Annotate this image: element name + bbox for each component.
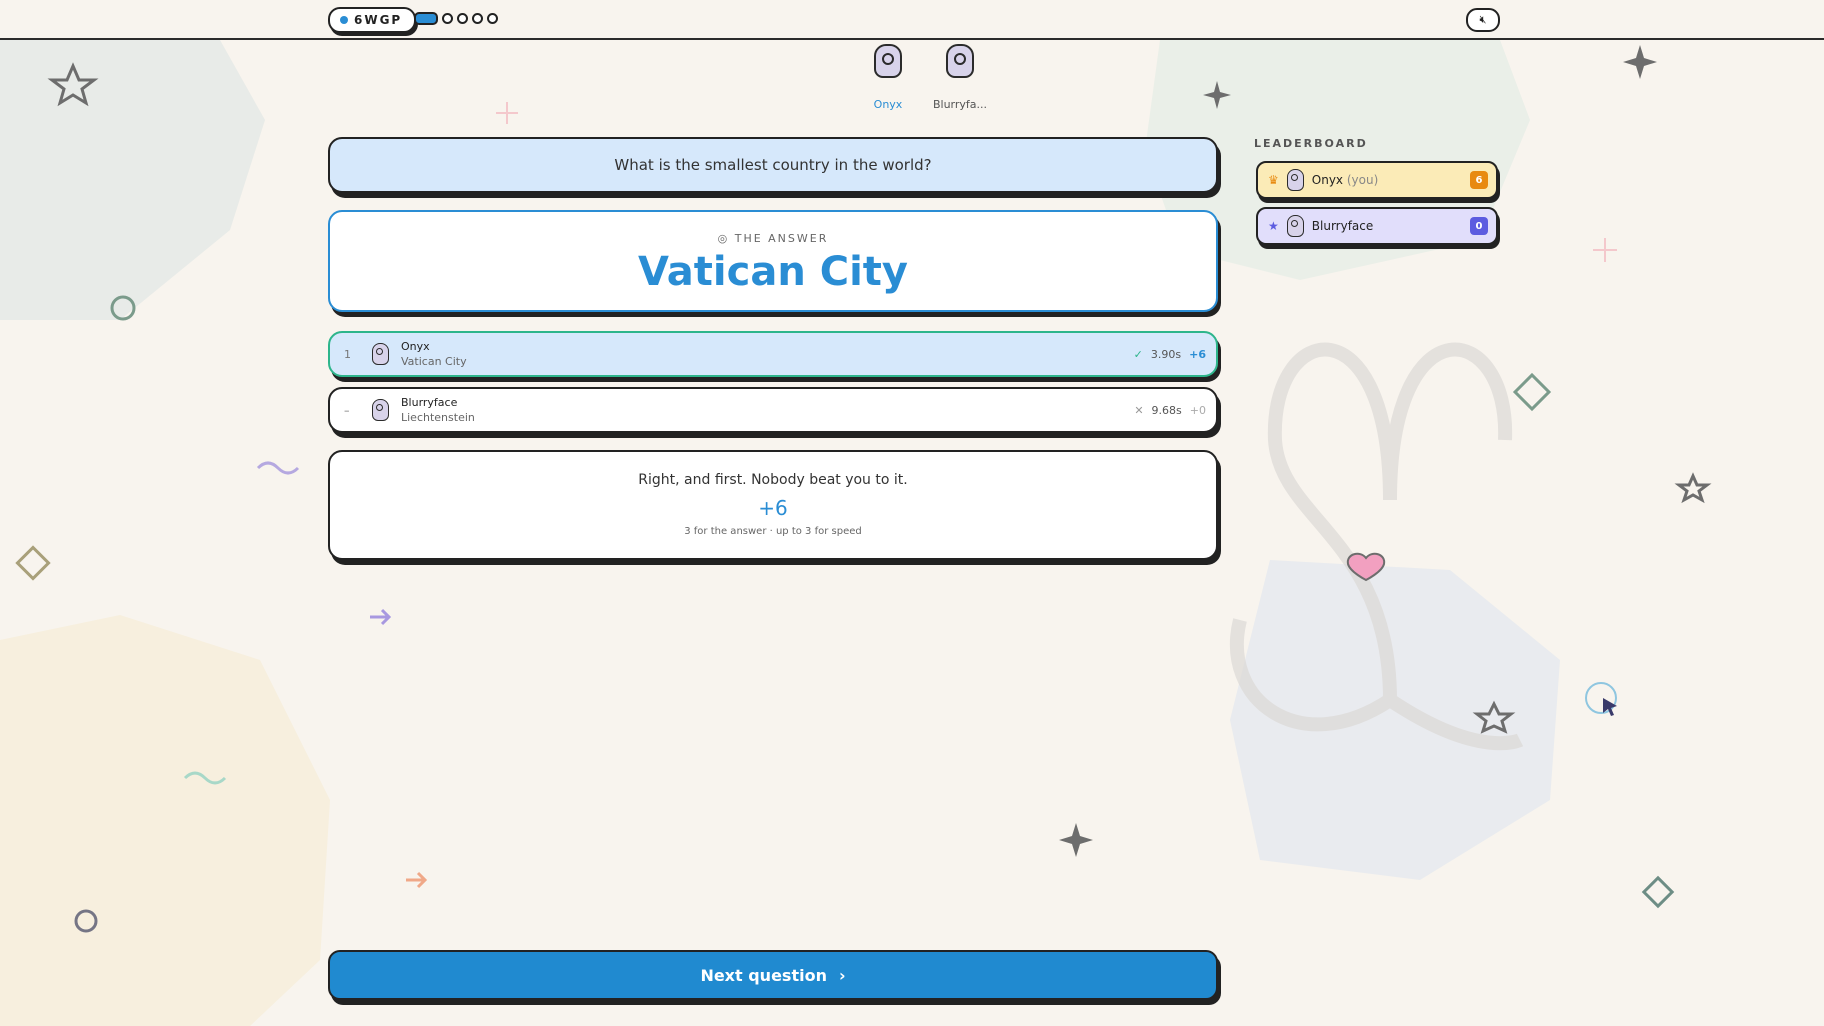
feedback-card: Right, and first. Nobody beat you to it.… [328, 450, 1218, 560]
avatar [874, 44, 902, 78]
result-row: – Blurryface Liechtenstein ✕ 9.68s +0 [328, 387, 1218, 433]
player-avatar-onyx: Onyx [862, 44, 914, 111]
result-player-name: Onyx [401, 340, 430, 353]
room-code: 6WGP [354, 13, 403, 27]
result-player-answer: Vatican City [401, 355, 467, 368]
question-progress [414, 12, 498, 25]
check-icon: ✓ [1133, 347, 1143, 361]
result-player-name: Blurryface [401, 396, 458, 409]
star-icon: ★ [1268, 219, 1279, 233]
answer-value: Vatican City [638, 249, 908, 295]
chevron-right-icon: › [838, 965, 846, 985]
next-question-button[interactable]: Next question › [328, 950, 1218, 1000]
avatar [372, 399, 389, 421]
leaderboard-title: LEADERBOARD [1254, 137, 1368, 150]
feedback-breakdown: 3 for the answer · up to 3 for speed [684, 526, 862, 537]
crown-icon: ♛ [1268, 173, 1279, 187]
progress-step [457, 13, 468, 24]
answer-card: ◎ THE ANSWER Vatican City [328, 210, 1218, 312]
mute-button[interactable]: 🔇︎ [1466, 8, 1500, 32]
feedback-points: +6 [758, 496, 788, 520]
target-icon: ◎ [717, 232, 730, 245]
result-time: 9.68s [1151, 403, 1182, 417]
question-card: What is the smallest country in the worl… [328, 137, 1218, 193]
avatar [372, 343, 389, 365]
player-name: Onyx [873, 98, 903, 111]
leaderboard-entry: ♛ Onyx (you) 6 [1256, 161, 1498, 199]
status-dot-icon [340, 16, 348, 24]
next-question-label: Next question [700, 965, 827, 985]
leaderboard-entry: ★ Blurryface 0 [1256, 207, 1498, 245]
result-points: +0 [1189, 403, 1206, 417]
answer-label: ◎ THE ANSWER [717, 232, 829, 245]
avatar [1286, 215, 1304, 237]
leaderboard-name: Onyx (you) [1311, 173, 1379, 187]
players-strip: Onyx Blurryfa... [862, 44, 988, 111]
top-bar: 6WGP 🔇︎ [0, 0, 1824, 40]
leaderboard-score: 0 [1470, 217, 1488, 235]
player-avatar-blurryface: Blurryfa... [932, 44, 988, 111]
speaker-mute-icon: 🔇︎ [1479, 13, 1487, 26]
result-player-answer: Liechtenstein [401, 411, 475, 424]
progress-step [487, 13, 498, 24]
progress-step-active [414, 12, 438, 25]
room-code-badge[interactable]: 6WGP [328, 7, 417, 33]
progress-step [442, 13, 453, 24]
cross-icon: ✕ [1134, 403, 1144, 417]
player-name: Blurryfa... [932, 98, 988, 111]
avatar [946, 44, 974, 78]
result-row: 1 Onyx Vatican City ✓ 3.90s +6 [328, 331, 1218, 377]
question-text: What is the smallest country in the worl… [614, 156, 932, 174]
result-points: +6 [1189, 347, 1206, 361]
result-time: 3.90s [1150, 347, 1182, 361]
result-rank: – [344, 403, 350, 417]
feedback-message: Right, and first. Nobody beat you to it. [638, 472, 908, 488]
result-rank: 1 [344, 347, 351, 361]
avatar [1286, 169, 1304, 191]
leaderboard-name: Blurryface [1311, 219, 1374, 233]
progress-step [472, 13, 483, 24]
leaderboard-score: 6 [1470, 171, 1488, 189]
